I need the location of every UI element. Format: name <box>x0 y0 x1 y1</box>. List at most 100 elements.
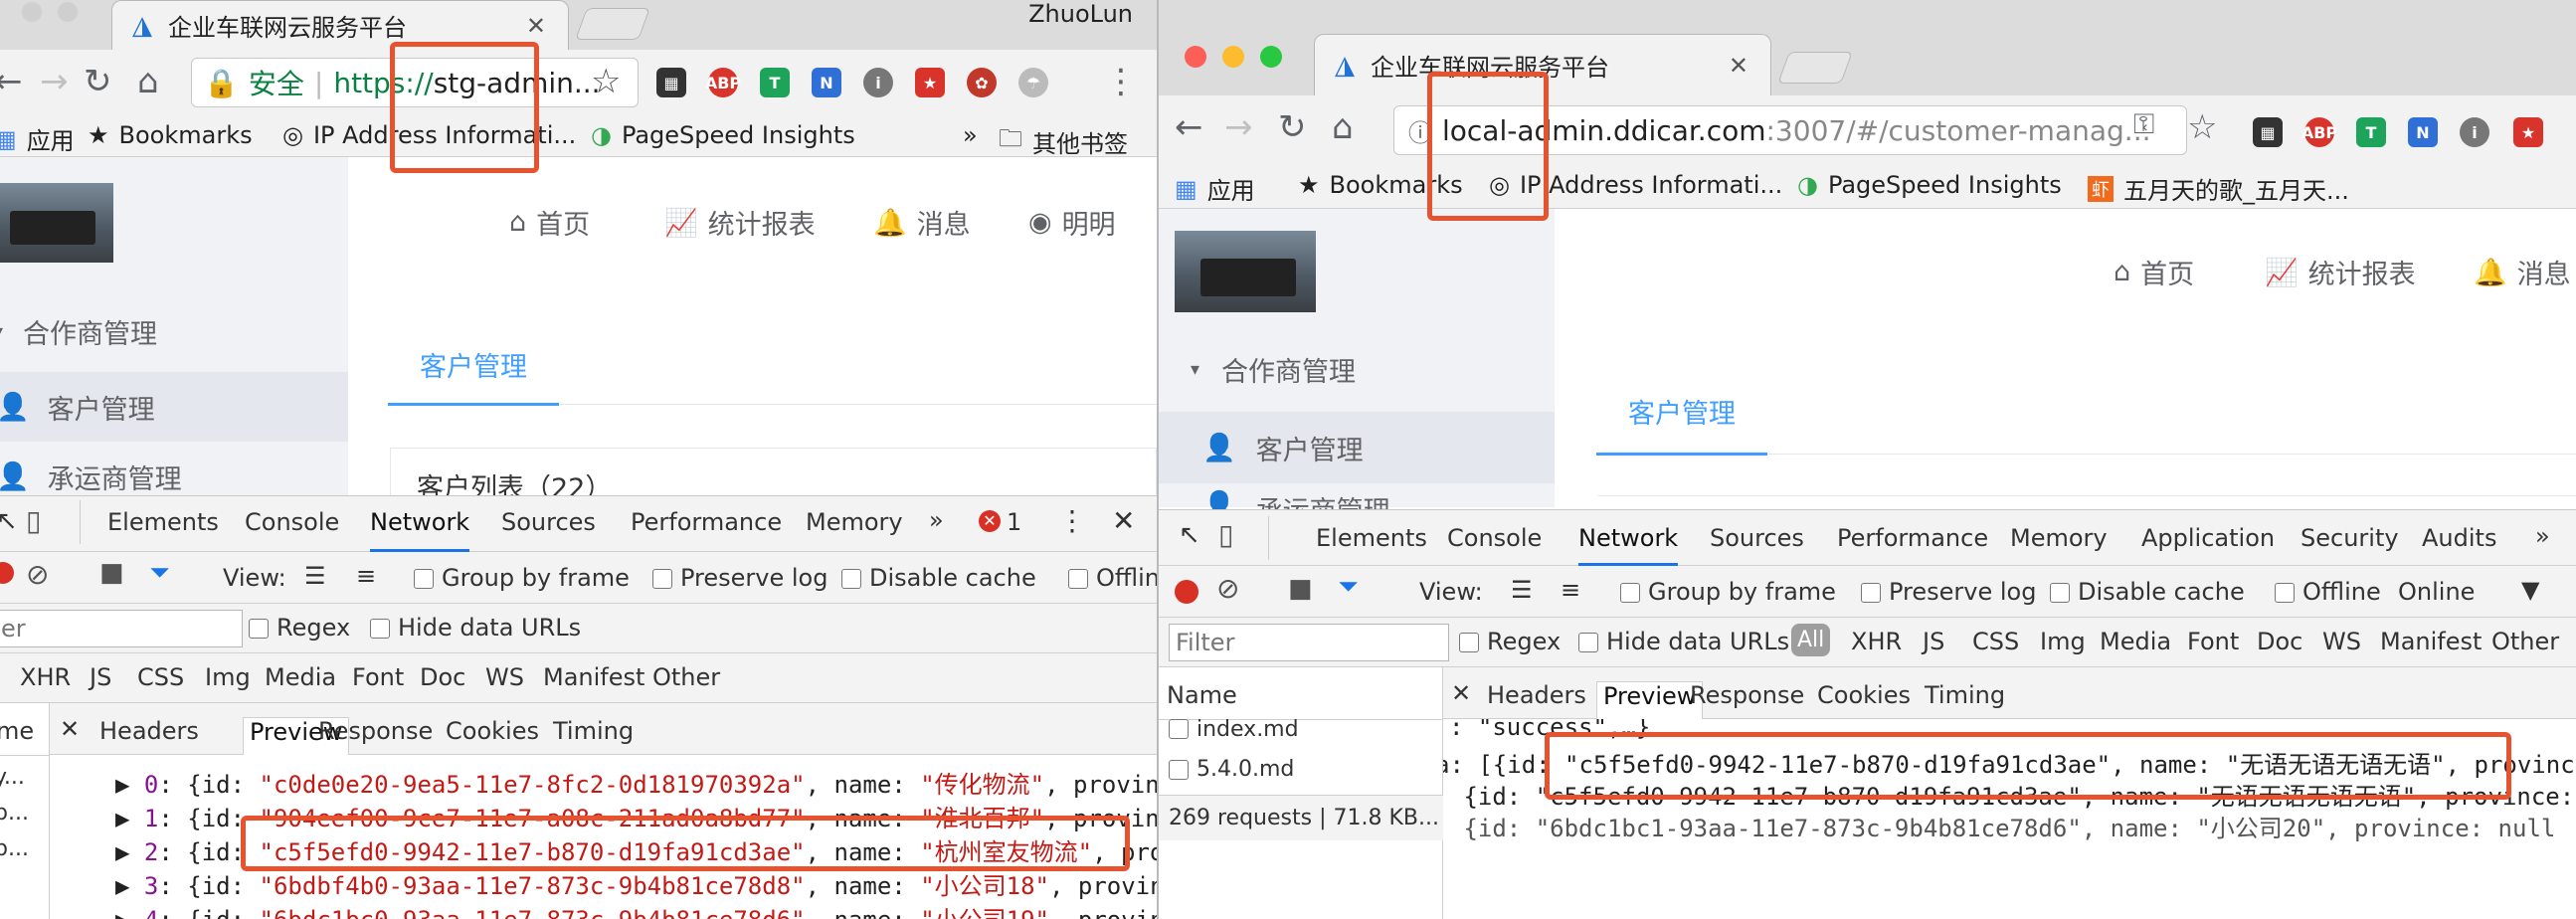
parachute-extension-icon[interactable]: ☂ <box>1018 68 1048 97</box>
nav-home[interactable]: ⌂ 首页 <box>509 203 590 242</box>
camera-icon[interactable]: ■ <box>99 558 124 588</box>
nav-home[interactable]: ⌂ 首页 <box>2114 253 2194 291</box>
filter-icon[interactable]: ⏷ <box>1338 572 1359 603</box>
tab-security[interactable]: Security <box>2300 524 2399 552</box>
tab-timing[interactable]: Timing <box>553 717 634 745</box>
more-tabs-icon[interactable]: » <box>2535 522 2550 550</box>
record-icon[interactable] <box>0 562 14 584</box>
group-by-frame-checkbox[interactable]: Group by frame <box>414 564 630 592</box>
bookmark-star-icon[interactable]: ☆ <box>2187 107 2217 147</box>
request-item[interactable]: index.md <box>1169 717 1299 741</box>
filter-input[interactable]: Filter <box>1169 624 1449 661</box>
throttling-dropdown-icon[interactable]: ▼ <box>2521 576 2539 604</box>
type-js[interactable]: JS <box>1923 628 1944 655</box>
bookmark-mayday[interactable]: 虾五月天的歌_五月天... <box>2088 171 2349 206</box>
reload-icon[interactable]: ↻ <box>1278 107 1307 147</box>
type-all[interactable]: All <box>1791 624 1831 656</box>
request-item[interactable]: 5.4.0.md <box>1169 757 1294 782</box>
tab-sources[interactable]: Sources <box>1710 524 1804 552</box>
preview-line[interactable]: {id: "6bdc1bc1-93aa-11e7-873c-9b4b81ce78… <box>1449 809 2555 843</box>
waterfall-icon[interactable]: ≡ <box>356 562 376 590</box>
info-extension-icon[interactable]: i <box>2460 117 2489 147</box>
tab-headers[interactable]: Headers <box>1487 681 1586 709</box>
request-item[interactable]: b... <box>0 801 29 826</box>
throttling-select[interactable]: Online <box>2398 578 2475 606</box>
tab-timing[interactable]: Timing <box>1925 681 2005 709</box>
preserve-log-checkbox[interactable]: Preserve log <box>652 564 828 592</box>
close-devtools-icon[interactable]: ✕ <box>1112 504 1135 537</box>
clear-icon[interactable]: ⊘ <box>1216 572 1239 605</box>
home-icon[interactable]: ⌂ <box>137 62 159 101</box>
back-arrow-icon[interactable]: ← <box>0 62 23 101</box>
reload-icon[interactable]: ↻ <box>84 62 112 101</box>
type-other[interactable]: Other <box>652 663 720 691</box>
tab-response[interactable]: Response <box>318 717 433 745</box>
nav-messages[interactable]: 🔔 消息 <box>873 203 971 242</box>
preserve-log-checkbox[interactable]: Preserve log <box>1861 578 2036 606</box>
tab-memory[interactable]: Memory <box>2010 524 2108 552</box>
preview-row[interactable]: ▶ 0: {id: "c0de0e20-9ea5-11e7-8fc2-0d181… <box>115 765 1157 800</box>
type-ws[interactable]: WS <box>2322 628 2361 655</box>
tab-memory[interactable]: Memory <box>806 508 903 536</box>
bookmark-star-icon[interactable]: ☆ <box>591 62 621 101</box>
devtools-menu-icon[interactable]: ⋮ <box>1058 504 1086 537</box>
menu-carrier-management[interactable]: 👤 承运商管理 <box>0 452 348 501</box>
other-bookmarks[interactable]: 🗀 其他书签 <box>999 121 1128 162</box>
tab-elements[interactable]: Elements <box>1316 524 1427 552</box>
tab-cookies[interactable]: Cookies <box>446 717 539 745</box>
tab-console[interactable]: Console <box>1447 524 1542 552</box>
info-extension-icon[interactable]: i <box>863 68 893 97</box>
disable-cache-checkbox[interactable]: Disable cache <box>841 564 1036 592</box>
filter-input[interactable]: er <box>0 610 243 647</box>
type-media[interactable]: Media <box>265 663 336 691</box>
bookmark-apps[interactable]: ▦ 应用 <box>0 121 75 156</box>
back-arrow-icon[interactable]: ← <box>1175 107 1203 147</box>
nav-messages[interactable]: 🔔 消息 <box>2474 253 2571 291</box>
bookmark-bookmarks[interactable]: ★ Bookmarks <box>88 121 253 149</box>
tab-preview[interactable]: Preview <box>1596 681 1704 719</box>
n-extension-icon[interactable]: N <box>2408 117 2438 147</box>
tab-customer-management[interactable]: 客户管理 <box>388 344 559 406</box>
tab-application[interactable]: Application <box>2141 524 2275 552</box>
bookmarks-overflow[interactable]: » <box>963 121 978 149</box>
shield-extension-icon[interactable]: T <box>760 68 790 97</box>
regex-checkbox[interactable]: Regex <box>1459 628 1561 655</box>
adblock-extension-icon[interactable]: ABP <box>2301 117 2337 147</box>
close-detail-icon[interactable]: ✕ <box>1451 679 1471 707</box>
tab-elements[interactable]: Elements <box>107 508 219 536</box>
tab-performance[interactable]: Performance <box>1837 524 1988 552</box>
device-toolbar-icon[interactable]: ▯ <box>26 504 41 537</box>
profile-name[interactable]: ZhuoLun <box>1028 0 1133 28</box>
waterfall-icon[interactable]: ≡ <box>1561 576 1580 604</box>
type-font[interactable]: Font <box>352 663 404 691</box>
window-control[interactable] <box>22 2 42 22</box>
preview-row[interactable]: ▶ 3: {id: "6bdbf4b0-93aa-11e7-873c-9b4b8… <box>115 866 1157 901</box>
tab-sources[interactable]: Sources <box>501 508 596 536</box>
menu-customer-management[interactable]: 👤 客户管理 <box>0 372 348 442</box>
inspect-icon[interactable]: ↖ <box>0 506 18 536</box>
type-css[interactable]: CSS <box>137 663 184 691</box>
nav-reports[interactable]: 📈 统计报表 <box>664 203 816 242</box>
tab-performance[interactable]: Performance <box>631 508 782 536</box>
type-img[interactable]: Img <box>205 663 251 691</box>
regex-checkbox[interactable]: Regex <box>249 614 350 642</box>
clear-icon[interactable]: ⊘ <box>26 558 49 591</box>
flag-extension-icon[interactable]: ★ <box>2513 117 2543 147</box>
adblock-extension-icon[interactable]: ABP <box>705 68 741 97</box>
type-img[interactable]: Img <box>2040 628 2086 655</box>
qr-extension-icon[interactable]: ▦ <box>2253 117 2283 147</box>
group-by-frame-checkbox[interactable]: Group by frame <box>1620 578 1836 606</box>
error-icon[interactable]: ✕ <box>979 510 1001 532</box>
tab-network[interactable]: Network <box>370 508 470 552</box>
device-toolbar-icon[interactable]: ▯ <box>1218 518 1233 551</box>
menu-customer-management[interactable]: 👤 客户管理 <box>1159 412 1555 483</box>
nav-reports[interactable]: 📈 统计报表 <box>2265 253 2416 291</box>
offline-checkbox[interactable]: Offline <box>2275 578 2381 606</box>
type-js[interactable]: JS <box>90 663 111 691</box>
tab-audits[interactable]: Audits <box>2422 524 2496 552</box>
window-control[interactable] <box>58 2 78 22</box>
n-extension-icon[interactable]: N <box>812 68 841 97</box>
menu-dots-icon[interactable]: ⋮ <box>1104 62 1138 101</box>
camera-icon[interactable]: ■ <box>1288 574 1313 604</box>
shield-extension-icon[interactable]: T <box>2356 117 2386 147</box>
